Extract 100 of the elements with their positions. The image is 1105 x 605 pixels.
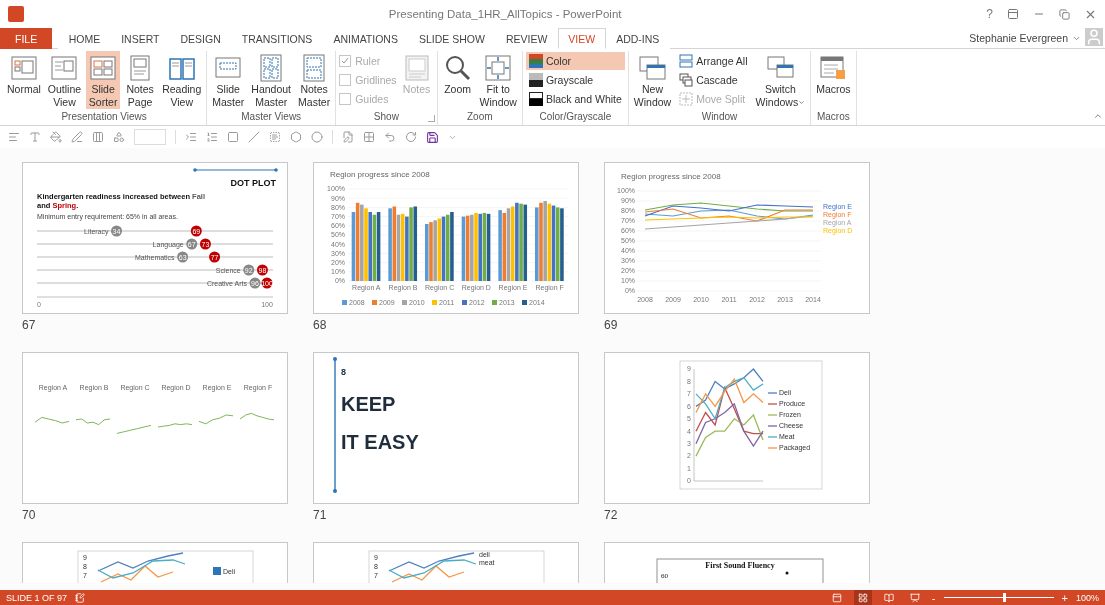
ribbon-button[interactable]: Zoom [440,51,475,96]
ribbon-button[interactable]: Notes Page [123,51,158,109]
checkbox-label: Gridlines [355,74,397,86]
ribbon-button[interactable]: Black and White [525,90,625,108]
slide-index: 8 [341,367,346,377]
slide-title: IT EASY [341,431,419,453]
normal-view-icon [8,53,39,83]
ribbon-button[interactable]: Outline View [45,51,84,109]
edit-icon[interactable] [342,131,354,143]
list-icon[interactable] [206,131,218,143]
indent-icon[interactable] [185,131,197,143]
slide-number: 68 [313,318,328,332]
view-button[interactable] [853,590,872,605]
undo-icon[interactable] [384,131,396,143]
ribbon-button[interactable]: Color [525,52,625,70]
data-point [785,571,789,575]
slide-number: 69 [604,318,619,332]
data-line [695,385,764,435]
rectangle-icon[interactable] [227,131,239,143]
slide-counter: SLIDE 1 OF 97 [6,592,68,603]
checkmark-icon [341,57,350,65]
help-button[interactable]: ? [986,7,993,21]
app-logo-icon [8,6,24,22]
line-icon[interactable] [248,131,260,143]
slide-sorter-icon [88,53,119,83]
ribbon-button[interactable]: Handout Master [249,51,294,109]
trend-line [34,416,70,424]
hexagon-icon[interactable] [290,131,302,143]
slide-number: 72 [604,508,619,522]
data-line [695,413,764,457]
restore-icon[interactable] [1059,8,1070,20]
save-icon[interactable] [426,130,439,144]
contrast-swatch-icon [528,92,543,106]
slide-tag-label: DOT PLOT [230,178,276,188]
chart-title: Region progress since 2008 [621,172,721,181]
ribbon-button[interactable]: Cascade [676,71,751,89]
ribbon-button[interactable]: Notes Master [296,51,333,109]
chart-title: Region progress since 2008 [330,170,430,179]
data-line [695,377,764,414]
ribbon-tab[interactable]: VIEW [557,28,606,49]
circle-icon[interactable] [311,131,323,143]
avatar-icon [1085,28,1103,46]
redo-icon[interactable] [405,131,417,143]
slide-number: 67 [22,318,37,332]
ribbon-button[interactable]: Arrange All [676,52,751,70]
table-icon[interactable] [363,131,375,143]
group-label: Show [373,111,399,124]
data-line [695,368,764,407]
slide-number: 70 [22,508,37,522]
text-box-icon[interactable] [269,131,281,143]
trend-line [75,418,111,426]
group-label: Master Views [241,111,302,124]
outline-view-icon [49,53,80,83]
zoom-thumb[interactable] [1002,593,1006,602]
trend-line [157,423,193,428]
cascade-icon [679,73,694,87]
ribbon-button[interactable]: Grayscale [525,71,625,89]
dialog-launcher-icon[interactable] [427,115,435,122]
group-label: Zoom [466,111,493,124]
columns-icon[interactable] [92,131,104,143]
file-tab[interactable]: FILE [0,28,53,49]
ribbon-button[interactable]: Reading View [160,51,204,109]
zoom-level: 100% [1075,592,1099,603]
paint-bucket-icon[interactable] [50,131,62,143]
checkbox-label: Guides [355,93,389,105]
zoom-in-button[interactable]: + [1061,591,1068,604]
trend-line [116,424,152,434]
fit-window-icon [483,53,514,83]
ribbon-button[interactable]: Slide Sorter [86,51,121,109]
ribbon-button[interactable]: New Window [631,51,674,109]
zoom-out-button[interactable]: - [931,591,936,604]
notes-icon[interactable] [75,592,86,603]
slide-thumbnail[interactable]: 8 KEEP IT EASY [313,352,579,504]
align-icon[interactable] [8,131,20,143]
ribbon-display-icon[interactable] [1007,8,1019,20]
group-label: Window [701,111,738,124]
new-window-icon [637,53,668,83]
ribbon-button[interactable]: Slide Master [210,51,247,109]
slide-show-icon [909,592,920,603]
ribbon-button[interactable]: Fit to Window [477,51,519,109]
trend-line [198,414,234,425]
pen-icon[interactable] [71,131,83,143]
color-swatch-icon [528,54,543,68]
ribbon-button[interactable]: Normal [5,51,43,96]
grayscale-swatch-icon [528,73,543,87]
data-line [695,402,764,448]
move-split-icon [679,92,694,106]
arrange-all-icon [679,54,694,68]
font-color-icon[interactable] [29,131,41,143]
user-name[interactable]: Stephanie Evergreen [969,32,1068,44]
group-label: Macros [816,111,850,124]
ribbon-button[interactable]: Switch Windows [753,51,808,109]
shapes-icon[interactable] [113,131,125,143]
collapse-ribbon-icon[interactable] [1093,111,1103,121]
normal-view-icon [831,592,842,603]
slide-title: KEEP [341,393,396,415]
window-title: Presenting Data_1HR_AllTopics - PowerPoint [387,8,623,20]
font-size-field[interactable] [134,129,166,145]
data-line [695,376,764,421]
ribbon-button[interactable]: Macros [814,51,853,96]
